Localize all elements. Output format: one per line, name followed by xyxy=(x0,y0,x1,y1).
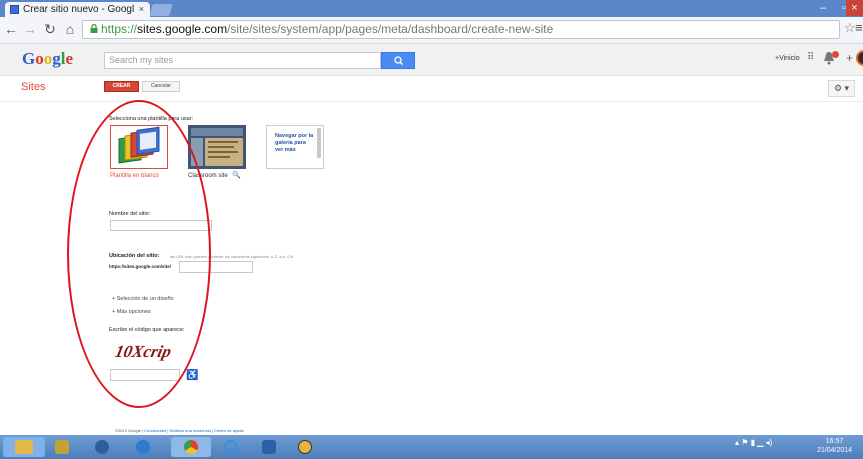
app-orange-globe-icon[interactable] xyxy=(298,440,312,454)
search-icon xyxy=(394,56,403,65)
bookmark-star-icon[interactable]: ☆ xyxy=(844,20,856,36)
footer-copyright: ©2014 Google | xyxy=(115,428,145,433)
notification-badge xyxy=(832,51,839,58)
user-name-link[interactable]: +Vinicio xyxy=(775,55,800,62)
page-footer: ©2014 Google | Condiciones | Notificar u… xyxy=(115,428,244,433)
reload-icon[interactable]: ↻ xyxy=(42,20,58,38)
new-tab-button[interactable] xyxy=(149,4,173,16)
app-window-icon[interactable] xyxy=(262,440,276,454)
gallery-link-text[interactable]: Navegar por la galería para ver más xyxy=(275,133,315,154)
app-icon[interactable] xyxy=(55,440,69,454)
sites-favicon-icon xyxy=(10,5,19,14)
app-globe-icon[interactable] xyxy=(95,440,109,454)
gallery-scrollbar[interactable] xyxy=(317,128,321,158)
create-button[interactable]: CREAR xyxy=(104,81,139,92)
template-gallery-option[interactable]: Navegar por la galería para ver más xyxy=(266,125,324,169)
preview-magnifier-icon[interactable]: 🔍 xyxy=(232,171,241,179)
annotation-oval xyxy=(67,100,211,408)
minimize-button[interactable]: – xyxy=(812,0,834,16)
apps-grid-icon[interactable]: ⠿ xyxy=(807,52,814,63)
cancel-button[interactable]: Cancelar xyxy=(142,81,180,92)
taskbar xyxy=(0,435,863,459)
url-text[interactable]: https://sites.google.com/site/sites/syst… xyxy=(101,21,553,38)
explorer-icon[interactable] xyxy=(15,440,33,454)
close-window-button[interactable]: × xyxy=(846,0,863,16)
tab-close-icon[interactable]: × xyxy=(139,2,144,17)
sites-app-title[interactable]: Sites xyxy=(21,81,45,93)
home-icon[interactable]: ⌂ xyxy=(62,20,78,38)
back-arrow-icon[interactable]: ← xyxy=(3,20,19,38)
clock-time: 16:57 xyxy=(825,438,844,445)
chrome-icon xyxy=(184,440,198,454)
lock-icon xyxy=(90,24,98,33)
share-plus-icon[interactable]: + xyxy=(846,51,853,65)
tab-title: Crear sitio nuevo - Googl xyxy=(23,4,135,15)
google-logo[interactable]: Google xyxy=(22,49,73,69)
url-scheme: https:// xyxy=(101,22,138,36)
ie-icon[interactable] xyxy=(224,440,238,454)
settings-gear-button[interactable]: ⚙ ▾ xyxy=(828,80,855,97)
clock-date: 21/04/2014 xyxy=(817,447,853,454)
browser-tab[interactable]: Crear sitio nuevo - Googl × xyxy=(5,2,150,17)
url-host: sites.google.com xyxy=(137,22,228,36)
outlook-icon[interactable] xyxy=(136,440,150,454)
taskbar-clock[interactable]: 16:57 21/04/2014 xyxy=(817,437,852,455)
footer-links[interactable]: Condiciones | Notificar una incidencia |… xyxy=(144,428,243,433)
url-path: /site/sites/system/app/pages/meta/dashbo… xyxy=(227,22,554,36)
system-tray[interactable]: ▴ ⚑ ▮ ▁ ◂) xyxy=(735,438,772,447)
browser-menu-icon[interactable]: ≡ xyxy=(855,20,863,35)
forward-arrow-icon[interactable]: → xyxy=(22,20,38,38)
search-sites-input[interactable]: Search my sites xyxy=(104,52,381,69)
accessibility-icon[interactable]: ♿ xyxy=(186,370,198,381)
search-button[interactable] xyxy=(381,52,415,69)
